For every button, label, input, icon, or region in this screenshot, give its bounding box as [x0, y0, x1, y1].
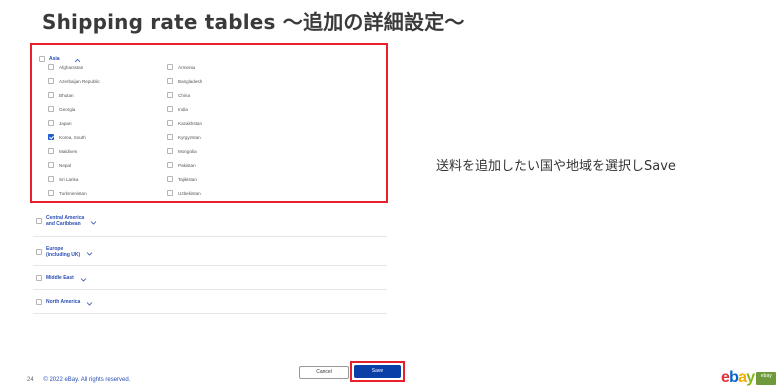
country-label: Mongolia: [178, 148, 197, 154]
country-option[interactable]: Tajikistan: [167, 176, 197, 182]
slide-title: Shipping rate tables ～追加の詳細設定～: [42, 10, 465, 34]
annotation-text: 送料を追加したい国や地域を選択しSave: [436, 159, 676, 174]
country-label: Azerbaijan Republic: [59, 78, 100, 84]
checkbox[interactable]: [48, 106, 54, 112]
checkbox[interactable]: [167, 64, 173, 70]
checkbox[interactable]: [167, 190, 173, 196]
country-label: Bangladesh: [178, 78, 203, 84]
region-label: North America: [46, 299, 80, 305]
country-label: Bhutan: [59, 92, 74, 98]
country-label: Georgia: [59, 106, 76, 112]
region-label: Middle East: [46, 275, 74, 281]
country-label: Armenia: [178, 64, 196, 70]
region-row[interactable]: Central America and Caribbean: [33, 206, 387, 237]
checkbox[interactable]: [48, 64, 54, 70]
country-label: Kyrgyzstan: [178, 134, 201, 140]
checkbox[interactable]: [48, 148, 54, 154]
checkbox[interactable]: [167, 176, 173, 182]
country-label: India: [178, 106, 188, 112]
chevron-down-icon[interactable]: [86, 243, 93, 261]
checkbox-checked[interactable]: [48, 134, 54, 140]
checkbox[interactable]: [48, 78, 54, 84]
asia-label: Asia: [49, 56, 60, 62]
save-button[interactable]: Save: [354, 365, 401, 378]
country-option[interactable]: Georgia: [48, 106, 75, 112]
region-label-line: (including UK): [46, 251, 81, 258]
country-label: Sri Lanka: [59, 176, 79, 182]
country-option[interactable]: Kyrgyzstan: [167, 134, 201, 140]
checkbox[interactable]: [167, 134, 173, 140]
chevron-down-icon[interactable]: [80, 269, 87, 287]
country-option[interactable]: Azerbaijan Republic: [48, 78, 100, 84]
country-label: Afghanistan: [59, 64, 84, 70]
region-checkbox[interactable]: [36, 298, 42, 305]
ebay-logo: ebay ebay: [721, 369, 777, 386]
checkbox[interactable]: [167, 120, 173, 126]
country-label: Japan: [59, 120, 72, 126]
country-label: Korea, South: [59, 134, 86, 140]
country-label: Nepal: [59, 162, 72, 168]
region-row[interactable]: Middle East: [33, 266, 387, 290]
ebay-logo-wordmark: ebay: [721, 369, 755, 386]
country-option[interactable]: Pakistan: [167, 162, 196, 168]
checkbox[interactable]: [48, 92, 54, 98]
region-checkbox[interactable]: [36, 274, 42, 281]
country-label: Turkmenistan: [59, 190, 87, 196]
chevron-down-icon[interactable]: [86, 293, 93, 311]
country-option[interactable]: Afghanistan: [48, 64, 83, 70]
country-label: Maldives: [59, 148, 78, 154]
checkbox[interactable]: [167, 148, 173, 154]
country-option[interactable]: Uzbekistan: [167, 190, 201, 196]
country-label: Pakistan: [178, 162, 196, 168]
country-option[interactable]: Nepal: [48, 162, 71, 168]
country-option[interactable]: Korea, South: [48, 134, 86, 140]
checkbox[interactable]: [167, 92, 173, 98]
region-checkbox[interactable]: [36, 248, 42, 255]
asia-highlight-box: Asia Afghanistan Azerbaijan Republic Bhuta…: [30, 43, 388, 203]
footer: 24 © 2022 eBay. All rights reserved.: [27, 377, 130, 383]
country-label: China: [178, 92, 191, 98]
country-option[interactable]: Turkmenistan: [48, 190, 87, 196]
checkbox[interactable]: [167, 162, 173, 168]
region-row[interactable]: North America: [33, 290, 387, 314]
checkbox[interactable]: [48, 190, 54, 196]
chevron-down-icon[interactable]: [90, 212, 97, 230]
region-label: Central America and Caribbean: [46, 215, 84, 227]
country-option[interactable]: India: [167, 106, 188, 112]
country-option[interactable]: Armenia: [167, 64, 195, 70]
country-option[interactable]: Japan: [48, 120, 72, 126]
country-option[interactable]: Kazakhstan: [167, 120, 202, 126]
region-checkbox[interactable]: [36, 218, 42, 224]
region-label-line: and Caribbean: [46, 221, 81, 227]
region-label-line: North America: [46, 298, 81, 305]
country-label: Tajikistan: [178, 176, 197, 182]
region-label-line: Middle East: [46, 274, 74, 281]
country-label: Uzbekistan: [178, 190, 201, 196]
region-row[interactable]: Europe (including UK): [33, 238, 387, 266]
checkbox[interactable]: [48, 162, 54, 168]
asia-checkbox[interactable]: [39, 56, 45, 62]
country-option[interactable]: Bangladesh: [167, 78, 202, 84]
country-option[interactable]: Mongolia: [167, 148, 197, 154]
country-option[interactable]: Sri Lanka: [48, 176, 78, 182]
country-label: Kazakhstan: [178, 120, 203, 126]
checkbox[interactable]: [167, 78, 173, 84]
cancel-button[interactable]: Cancel: [299, 366, 349, 379]
checkbox[interactable]: [48, 120, 54, 126]
checkbox[interactable]: [48, 176, 54, 182]
page-number: 24: [27, 377, 34, 383]
country-option[interactable]: Bhutan: [48, 92, 74, 98]
region-label: Europe (including UK): [46, 246, 80, 258]
country-option[interactable]: Maldives: [48, 148, 77, 154]
ebay-badge: ebay: [756, 371, 777, 385]
checkbox[interactable]: [167, 106, 173, 112]
copyright-text: © 2022 eBay. All rights reserved.: [43, 377, 131, 383]
country-option[interactable]: China: [167, 92, 190, 98]
